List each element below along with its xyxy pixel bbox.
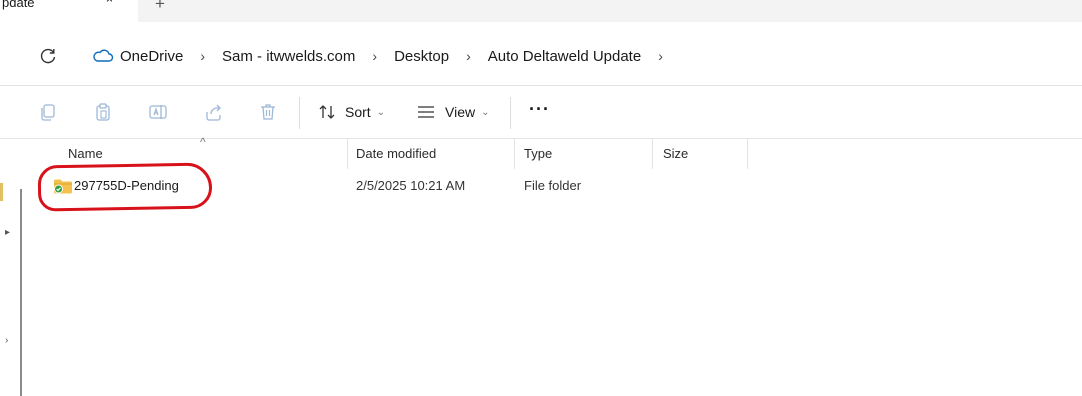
- sort-label: Sort: [345, 104, 371, 120]
- new-tab-button[interactable]: +: [155, 0, 165, 14]
- breadcrumb-current-folder[interactable]: Auto Deltaweld Update: [488, 48, 641, 65]
- copy-icon[interactable]: [38, 102, 58, 122]
- more-options-button[interactable]: ···: [529, 99, 550, 120]
- file-type: File folder: [524, 178, 582, 193]
- share-icon[interactable]: [203, 102, 223, 122]
- annotation-circle: [37, 162, 213, 212]
- command-separator: [510, 97, 511, 129]
- column-divider[interactable]: [514, 139, 515, 169]
- sort-ascending-icon: ^: [200, 135, 206, 149]
- column-divider[interactable]: [747, 139, 748, 169]
- column-name[interactable]: Name: [68, 145, 103, 165]
- refresh-icon[interactable]: [38, 46, 58, 66]
- rename-icon[interactable]: [148, 102, 168, 122]
- navigation-pane-edge: ▸ ›: [0, 139, 30, 396]
- nav-expand-icon[interactable]: ▸: [5, 227, 10, 238]
- breadcrumb-chevron-icon[interactable]: ›: [372, 48, 377, 64]
- command-separator: [299, 97, 300, 129]
- sort-button[interactable]: Sort ⌄: [318, 101, 385, 123]
- chevron-down-icon: ⌄: [481, 106, 490, 118]
- breadcrumb: OneDrive › Sam - itwwelds.com › Desktop …: [92, 46, 680, 66]
- column-divider[interactable]: [652, 139, 653, 169]
- nav-accent: [0, 183, 3, 201]
- view-button[interactable]: View ⌄: [417, 101, 489, 123]
- nav-expand-icon[interactable]: ›: [5, 335, 8, 346]
- breadcrumb-onedrive[interactable]: OneDrive: [120, 48, 183, 65]
- breadcrumb-desktop[interactable]: Desktop: [394, 48, 449, 65]
- tab-title: pdate: [2, 0, 35, 10]
- breadcrumb-account[interactable]: Sam - itwwelds.com: [222, 48, 355, 65]
- breadcrumb-chevron-icon[interactable]: ›: [200, 48, 205, 64]
- nav-pane-divider[interactable]: [20, 189, 22, 396]
- cloud-icon: [93, 49, 114, 62]
- column-type[interactable]: Type: [524, 145, 552, 165]
- chevron-down-icon: ⌄: [376, 106, 386, 118]
- view-label: View: [445, 104, 476, 120]
- address-row: OneDrive › Sam - itwwelds.com › Desktop …: [0, 22, 1082, 86]
- command-bar: Sort ⌄ View ⌄ ···: [0, 87, 1082, 139]
- sort-icon: [319, 105, 335, 119]
- column-divider[interactable]: [347, 139, 348, 169]
- paste-icon[interactable]: [93, 102, 113, 122]
- tab-collapse-icon[interactable]: ⌃: [104, 0, 115, 12]
- tab-current[interactable]: pdate ⌃: [0, 0, 138, 22]
- view-icon: [418, 106, 434, 118]
- file-date-modified: 2/5/2025 10:21 AM: [356, 178, 466, 193]
- tab-strip: pdate ⌃ +: [0, 0, 1082, 22]
- delete-icon[interactable]: [258, 102, 278, 122]
- breadcrumb-chevron-icon[interactable]: ›: [658, 48, 663, 64]
- column-date-modified[interactable]: Date modified: [356, 145, 436, 165]
- column-size[interactable]: Size: [663, 145, 688, 165]
- breadcrumb-chevron-icon[interactable]: ›: [466, 48, 471, 64]
